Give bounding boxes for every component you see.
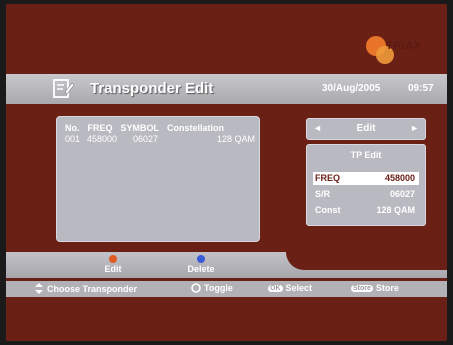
- softkey-bar: Edit Delete: [6, 252, 447, 278]
- symbol-rate-label: S/R: [315, 189, 331, 199]
- tv-screen: TRIAX Transponder Edit 30/Aug/2005 09:57…: [6, 4, 447, 341]
- ok-key-icon: OK: [268, 284, 283, 292]
- page-title: Transponder Edit: [90, 80, 214, 97]
- mode-selector[interactable]: ◄ Edit ►: [306, 118, 426, 140]
- cell-freq: 458000: [87, 134, 118, 144]
- column-symbol: SYMBOL: [120, 123, 160, 133]
- freq-label: FREQ: [315, 173, 341, 183]
- list-header: No. FREQ SYMBOL Constellation: [65, 123, 224, 133]
- column-no: No.: [65, 123, 80, 133]
- circle-button-icon: [191, 283, 201, 293]
- help-choose: Choose Transponder: [34, 283, 137, 294]
- red-button-icon: [109, 255, 117, 263]
- delete-softkey-label: Delete: [187, 264, 215, 274]
- help-choose-text: Choose Transponder: [47, 283, 138, 294]
- help-store: Store Store: [351, 283, 399, 293]
- column-freq: FREQ: [87, 123, 113, 133]
- freq-value: 458000: [384, 173, 415, 183]
- help-bar: Choose Transponder Toggle OK Select Stor…: [6, 281, 447, 297]
- list-item[interactable]: 001 458000 06027 128 QAM: [65, 134, 255, 144]
- help-select-text: Select: [285, 283, 313, 293]
- current-time: 09:57: [408, 83, 434, 94]
- arrow-right-icon[interactable]: ►: [410, 123, 419, 133]
- cell-symbol: 06027: [133, 134, 159, 144]
- logo-text: TRIAX: [386, 40, 422, 52]
- up-down-arrows-icon: [35, 283, 43, 294]
- blue-button-icon: [197, 255, 205, 263]
- cell-constellation: 128 QAM: [216, 134, 255, 144]
- edit-document-icon: [53, 79, 74, 98]
- title-bar: Transponder Edit 30/Aug/2005 09:57: [6, 74, 447, 104]
- constellation-value: 128 QAM: [376, 205, 415, 215]
- triax-logo: TRIAX: [364, 32, 434, 66]
- symbol-rate-field[interactable]: S/R 06027: [313, 188, 419, 201]
- symbol-rate-value: 06027: [389, 189, 415, 199]
- cell-no: 001: [65, 134, 81, 144]
- column-constellation: Constellation: [167, 123, 225, 133]
- freq-field[interactable]: FREQ 458000: [313, 172, 419, 185]
- constellation-field[interactable]: Const 128 QAM: [313, 204, 419, 217]
- help-select: OK Select: [268, 283, 312, 293]
- tp-edit-panel: TP Edit FREQ 458000 S/R 06027 Const 128 …: [306, 144, 426, 226]
- store-key-icon: Store: [351, 284, 373, 292]
- edit-softkey[interactable]: Edit: [88, 255, 138, 274]
- edit-softkey-label: Edit: [104, 264, 122, 274]
- help-store-text: Store: [375, 283, 399, 293]
- help-toggle: Toggle: [191, 283, 233, 293]
- delete-softkey[interactable]: Delete: [176, 255, 226, 274]
- current-date: 30/Aug/2005: [322, 83, 381, 94]
- tp-edit-title: TP Edit: [350, 150, 382, 160]
- help-toggle-text: Toggle: [204, 283, 233, 293]
- transponder-list[interactable]: No. FREQ SYMBOL Constellation 001 458000…: [56, 116, 260, 242]
- constellation-label: Const: [315, 205, 341, 215]
- mode-label: Edit: [356, 123, 376, 134]
